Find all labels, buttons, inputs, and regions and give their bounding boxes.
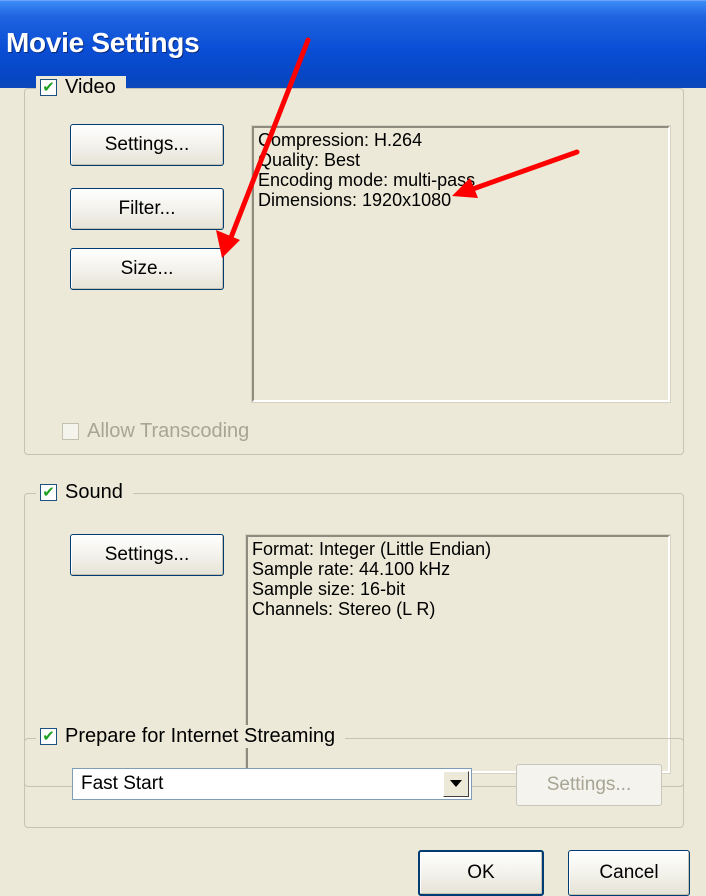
streaming-checkbox[interactable]: ✔ — [40, 728, 57, 745]
ok-button[interactable]: OK — [418, 850, 544, 896]
dialog-body: ✔ Video Settings... Filter... Size... Co… — [0, 76, 706, 896]
streaming-legend: ✔ Prepare for Internet Streaming — [36, 725, 346, 748]
sound-info-sample-size: Sample size: 16-bit — [252, 579, 406, 599]
video-info-encoding: Encoding mode: multi-pass — [258, 170, 476, 190]
streaming-label: Prepare for Internet Streaming — [65, 725, 336, 747]
sound-info-sample-rate: Sample rate: 44.100 kHz — [252, 559, 451, 579]
video-settings-button[interactable]: Settings... — [70, 124, 224, 166]
video-label: Video — [65, 76, 116, 98]
sound-info-channels: Channels: Stereo (L R) — [252, 599, 436, 619]
sound-label: Sound — [65, 481, 123, 503]
video-info-quality: Quality: Best — [258, 150, 361, 170]
video-size-button[interactable]: Size... — [70, 248, 224, 290]
sound-legend: ✔ Sound — [36, 481, 133, 504]
window-title: Movie Settings — [6, 27, 200, 58]
video-info-dimensions: Dimensions: 1920x1080 — [258, 190, 452, 210]
video-filter-button[interactable]: Filter... — [70, 188, 224, 230]
allow-transcoding-label: Allow Transcoding — [87, 420, 250, 442]
sound-info-format: Format: Integer (Little Endian) — [252, 539, 492, 559]
streaming-select-value: Fast Start — [81, 773, 164, 794]
video-info-compression: Compression: H.264 — [258, 130, 423, 150]
streaming-settings-button[interactable]: Settings... — [516, 764, 662, 806]
video-checkbox[interactable]: ✔ — [40, 79, 57, 96]
allow-transcoding-checkbox[interactable] — [62, 423, 79, 440]
video-info-box: Compression: H.264 Quality: Best Encodin… — [251, 125, 671, 403]
cancel-button[interactable]: Cancel — [568, 850, 690, 896]
sound-checkbox[interactable]: ✔ — [40, 484, 57, 501]
sound-settings-button[interactable]: Settings... — [70, 534, 224, 576]
allow-transcoding-option[interactable]: Allow Transcoding — [62, 420, 250, 443]
chevron-down-icon[interactable] — [443, 771, 469, 797]
video-legend: ✔ Video — [36, 76, 126, 99]
streaming-select[interactable]: Fast Start — [72, 768, 472, 800]
